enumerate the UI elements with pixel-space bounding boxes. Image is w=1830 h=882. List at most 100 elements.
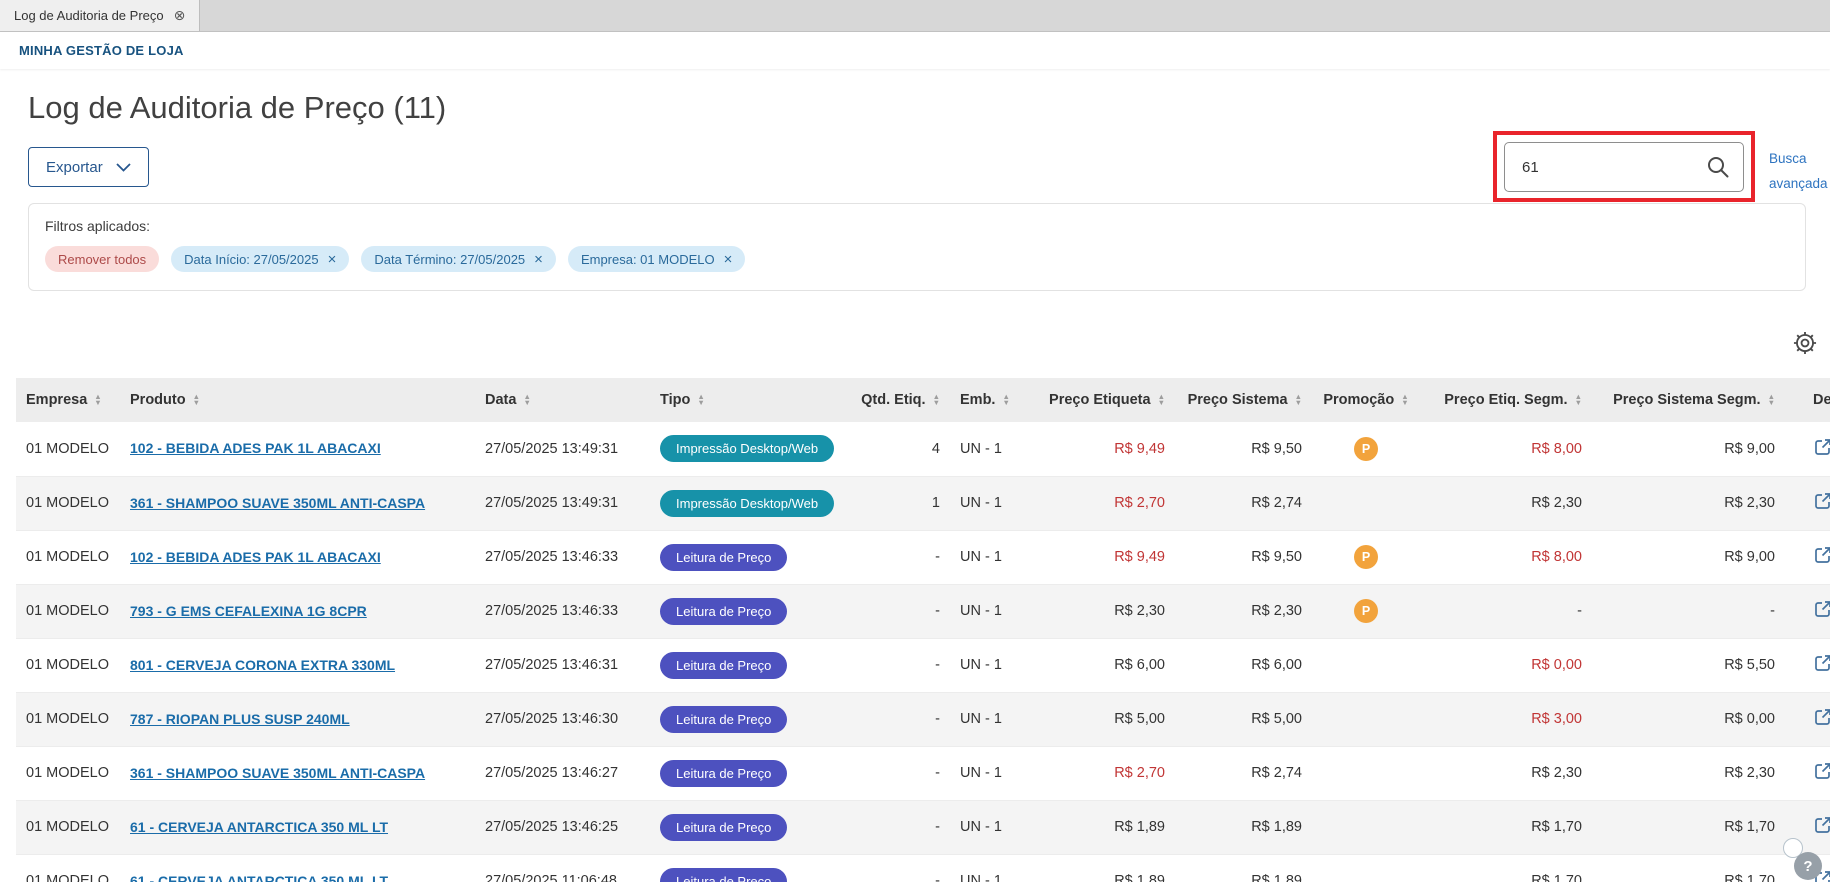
cell-data: 27/05/2025 13:46:33 bbox=[485, 549, 619, 565]
sort-icon[interactable]: ▲ ▼ bbox=[1295, 393, 1302, 407]
help-button[interactable]: ? bbox=[1794, 852, 1822, 880]
type-badge: Leitura de Preço bbox=[660, 867, 788, 882]
details-external-link-icon[interactable] bbox=[1813, 815, 1830, 835]
filter-chip[interactable]: Data Início: 27/05/2025 × bbox=[171, 246, 350, 272]
filter-chip-label: Data Término: 27/05/2025 bbox=[374, 251, 526, 267]
cell-preco_sistema: R$ 2,74 bbox=[1251, 495, 1302, 511]
column-header-emb[interactable]: Emb. ▲ ▼ bbox=[950, 378, 1025, 422]
product-link[interactable]: 361 - SHAMPOO SUAVE 350ML ANTI-CASPA bbox=[130, 765, 425, 781]
remove-filter-icon[interactable]: × bbox=[534, 252, 543, 267]
column-header-preco_sistema_segm[interactable]: Preço Sistema Segm. ▲ ▼ bbox=[1592, 378, 1785, 422]
details-external-link-icon[interactable] bbox=[1813, 437, 1830, 457]
audit-table: Empresa ▲ ▼ Produto ▲ ▼ Data ▲ ▼ Tipo ▲ ▼ Qtd. Etiq.… bbox=[16, 378, 1830, 882]
tab-close-icon[interactable]: ⊗ bbox=[174, 7, 186, 24]
product-link[interactable]: 793 - G EMS CEFALEXINA 1G 8CPR bbox=[130, 603, 367, 619]
search-icon[interactable] bbox=[1706, 155, 1730, 179]
cell-promocao bbox=[1312, 692, 1420, 746]
table-row: 01 MODELO 361 - SHAMPOO SUAVE 350ML ANTI-… bbox=[16, 476, 1830, 530]
details-external-link-icon[interactable] bbox=[1813, 599, 1830, 619]
sort-icon[interactable]: ▲ ▼ bbox=[193, 393, 200, 407]
breadcrumb[interactable]: MINHA GESTÃO DE LOJA bbox=[19, 43, 184, 58]
column-header-qtd[interactable]: Qtd. Etiq. ▲ ▼ bbox=[850, 378, 950, 422]
cell-tipo: Impressão Desktop/Web bbox=[650, 422, 850, 476]
cell-preco_sistema: R$ 1,89 bbox=[1251, 873, 1302, 882]
promo-badge: P bbox=[1354, 599, 1378, 623]
cell-tipo: Impressão Desktop/Web bbox=[650, 476, 850, 530]
details-external-link-icon[interactable] bbox=[1813, 707, 1830, 727]
export-button[interactable]: Exportar bbox=[28, 147, 149, 187]
sort-icon[interactable]: ▲ ▼ bbox=[1401, 393, 1408, 407]
tab-log-auditoria-preco[interactable]: Log de Auditoria de Preço ⊗ bbox=[0, 0, 201, 31]
table-row: 01 MODELO 102 - BEBIDA ADES PAK 1L ABACAX… bbox=[16, 422, 1830, 476]
column-header-promocao[interactable]: Promoção ▲ ▼ bbox=[1312, 378, 1420, 422]
column-header-produto[interactable]: Produto ▲ ▼ bbox=[120, 378, 475, 422]
type-badge: Leitura de Preço bbox=[660, 651, 788, 679]
details-external-link-icon[interactable] bbox=[1813, 491, 1830, 511]
product-link[interactable]: 102 - BEBIDA ADES PAK 1L ABACAXI bbox=[130, 440, 381, 456]
sort-icon[interactable]: ▲ ▼ bbox=[1158, 393, 1165, 407]
table-settings-gear-icon[interactable] bbox=[1792, 330, 1818, 356]
cell-preco_etiq_segm: R$ 2,30 bbox=[1531, 495, 1582, 511]
cell-preco_etiq_segm: R$ 2,30 bbox=[1531, 765, 1582, 781]
cell-produto: 361 - SHAMPOO SUAVE 350ML ANTI-CASPA bbox=[120, 746, 475, 800]
column-label: Preço Sistema bbox=[1187, 392, 1288, 408]
cell-preco_etiqueta: R$ 5,00 bbox=[1114, 711, 1165, 727]
cell-preco_etiqueta: R$ 1,89 bbox=[1114, 873, 1165, 882]
cell-preco_etiq_segm: R$ 8,00 bbox=[1531, 440, 1582, 457]
filter-chip-label: Empresa: 01 MODELO bbox=[580, 251, 715, 267]
cell-produto: 801 - CERVEJA CORONA EXTRA 330ML bbox=[120, 638, 475, 692]
advanced-search-link[interactable]: Busca avançada bbox=[1769, 146, 1830, 196]
table-row: 01 MODELO 801 - CERVEJA CORONA EXTRA 330M… bbox=[16, 638, 1830, 692]
cell-preco_sistema_segm: R$ 1,70 bbox=[1724, 819, 1775, 835]
type-badge: Leitura de Preço bbox=[660, 759, 788, 787]
tab-title: Log de Auditoria de Preço bbox=[14, 8, 164, 23]
table-body: 01 MODELO 102 - BEBIDA ADES PAK 1L ABACAX… bbox=[16, 422, 1830, 882]
product-link[interactable]: 61 - CERVEJA ANTARCTICA 350 ML LT bbox=[130, 873, 388, 882]
sort-icon[interactable]: ▲ ▼ bbox=[933, 393, 940, 407]
product-link[interactable]: 361 - SHAMPOO SUAVE 350ML ANTI-CASPA bbox=[130, 495, 425, 511]
sort-icon[interactable]: ▲ ▼ bbox=[1002, 393, 1009, 407]
product-link[interactable]: 61 - CERVEJA ANTARCTICA 350 ML LT bbox=[130, 819, 388, 835]
sort-icon[interactable]: ▲ ▼ bbox=[94, 393, 101, 407]
product-link[interactable]: 102 - BEBIDA ADES PAK 1L ABACAXI bbox=[130, 549, 381, 565]
column-label: Tipo bbox=[660, 392, 691, 408]
column-header-data[interactable]: Data ▲ ▼ bbox=[475, 378, 650, 422]
sort-icon[interactable]: ▲ ▼ bbox=[697, 393, 704, 407]
cell-tipo: Leitura de Preço bbox=[650, 584, 850, 638]
filter-chip[interactable]: Empresa: 01 MODELO × bbox=[567, 246, 746, 272]
sort-icon[interactable]: ▲ ▼ bbox=[523, 393, 530, 407]
sort-icon[interactable]: ▲ ▼ bbox=[1575, 393, 1582, 407]
cell-emb: UN - 1 bbox=[960, 657, 1002, 673]
column-header-preco_sistema[interactable]: Preço Sistema ▲ ▼ bbox=[1175, 378, 1312, 422]
audit-table-container: Empresa ▲ ▼ Produto ▲ ▼ Data ▲ ▼ Tipo ▲ ▼ Qtd. Etiq.… bbox=[16, 378, 1830, 882]
details-external-link-icon[interactable] bbox=[1813, 653, 1830, 673]
cell-promocao bbox=[1312, 854, 1420, 882]
product-link[interactable]: 801 - CERVEJA CORONA EXTRA 330ML bbox=[130, 657, 395, 673]
cell-promocao: P bbox=[1312, 530, 1420, 584]
sort-icon[interactable]: ▲ ▼ bbox=[1768, 393, 1775, 407]
cell-preco_sistema: R$ 9,50 bbox=[1251, 440, 1302, 457]
filter-chips-row: Remover todos Data Início: 27/05/2025 × Da… bbox=[45, 246, 1789, 272]
cell-preco_etiq_segm: R$ 1,70 bbox=[1531, 873, 1582, 882]
remove-filter-icon[interactable]: × bbox=[328, 252, 337, 267]
cell-preco_etiq_segm: - bbox=[1577, 603, 1582, 619]
remove-filter-icon[interactable]: × bbox=[724, 252, 733, 267]
filter-chip[interactable]: Data Término: 27/05/2025 × bbox=[361, 246, 556, 272]
column-header-empresa[interactable]: Empresa ▲ ▼ bbox=[16, 378, 120, 422]
cell-promocao: P bbox=[1312, 422, 1420, 476]
cell-empresa: 01 MODELO bbox=[26, 440, 109, 457]
type-badge: Leitura de Preço bbox=[660, 705, 788, 733]
details-external-link-icon[interactable] bbox=[1813, 761, 1830, 781]
remove-all-filters-button[interactable]: Remover todos bbox=[45, 246, 160, 272]
product-link[interactable]: 787 - RIOPAN PLUS SUSP 240ML bbox=[130, 711, 350, 727]
cell-tipo: Leitura de Preço bbox=[650, 530, 850, 584]
cell-preco_sistema_segm: R$ 2,30 bbox=[1724, 765, 1775, 781]
column-header-preco_etiq_segm[interactable]: Preço Etiq. Segm. ▲ ▼ bbox=[1420, 378, 1592, 422]
cell-preco_sistema_segm: R$ 1,70 bbox=[1724, 873, 1775, 882]
column-header-preco_etiqueta[interactable]: Preço Etiqueta ▲ ▼ bbox=[1025, 378, 1175, 422]
column-header-tipo[interactable]: Tipo ▲ ▼ bbox=[650, 378, 850, 422]
column-label: Qtd. Etiq. bbox=[861, 392, 926, 408]
details-external-link-icon[interactable] bbox=[1813, 545, 1830, 565]
cell-preco_etiqueta: R$ 6,00 bbox=[1114, 657, 1165, 673]
cell-empresa: 01 MODELO bbox=[26, 711, 109, 727]
